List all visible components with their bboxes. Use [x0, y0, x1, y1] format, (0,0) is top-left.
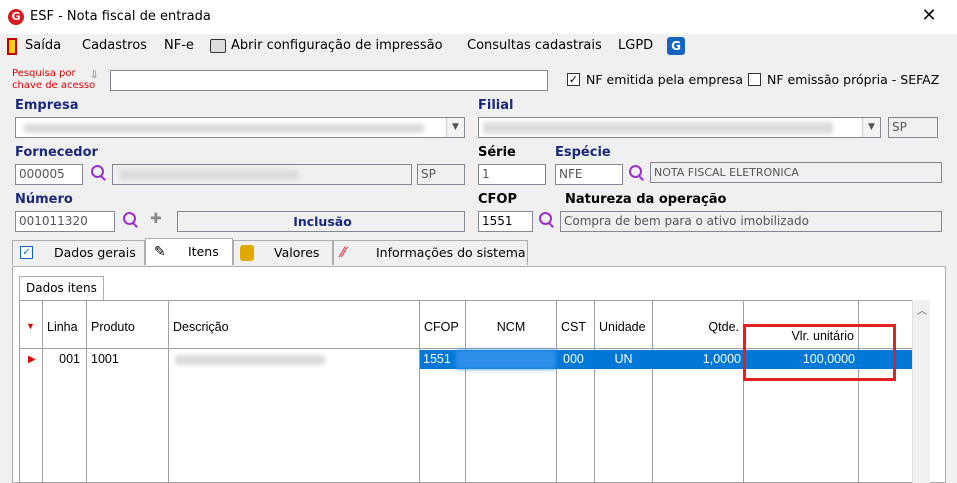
col-header-cfop[interactable]: CFOP: [420, 301, 466, 349]
numero-input[interactable]: 001011320: [15, 211, 115, 232]
empresa-label: Empresa: [15, 98, 79, 113]
nf-emitida-label: NF emitida pela empresa: [586, 72, 744, 87]
col-header-qtde[interactable]: Qtde.: [653, 301, 744, 349]
ncm-redacted: [456, 350, 556, 369]
fornecedor-redacted: [119, 170, 299, 180]
tab-informacoes-sistema[interactable]: ⁄⁄ Informações do sistema: [333, 240, 528, 265]
serie-label: Série: [478, 145, 516, 160]
cell-linha: 001: [43, 350, 86, 369]
fornecedor-name-field: [112, 164, 412, 185]
serie-input[interactable]: 1: [478, 164, 546, 185]
nf-propria-label: NF emissão própria - SEFAZ: [767, 72, 940, 87]
grid-line: [42, 349, 43, 482]
tab-dados-gerais-label: Dados gerais: [54, 245, 136, 260]
row-indicator-header: ▼: [20, 301, 43, 349]
nf-propria-checkbox[interactable]: [748, 73, 761, 86]
tab-valores[interactable]: Valores: [233, 240, 333, 265]
natureza-field: Compra de bem para o ativo imobilizado: [560, 211, 942, 232]
cell-ncm: [456, 350, 556, 369]
search-icon[interactable]: [628, 164, 646, 182]
menu-consultas-cadastrais[interactable]: Consultas cadastrais: [467, 38, 602, 53]
cell-descricao: [169, 350, 419, 369]
search-label-line2: chave de acesso: [12, 80, 96, 91]
printer-icon[interactable]: [210, 39, 226, 53]
cfop-label: CFOP: [478, 192, 517, 207]
edit-icon: ✎: [154, 244, 166, 260]
tab-itens-label: Itens: [188, 244, 219, 259]
row-pointer-icon: ▶: [20, 350, 42, 369]
vertical-scrollbar[interactable]: ︿: [912, 300, 930, 483]
nf-emitida-checkbox[interactable]: ✓: [567, 73, 580, 86]
grid-line: [86, 349, 87, 482]
chevron-down-icon[interactable]: ▼: [862, 118, 880, 137]
natureza-label: Natureza da operação: [565, 192, 727, 207]
col-header-cst[interactable]: CST: [557, 301, 595, 349]
cell-qtde: 1,0000: [702, 352, 741, 366]
grid-line: [556, 349, 557, 482]
fornecedor-uf-field: SP: [417, 164, 465, 185]
menu-abrir-config-impressao[interactable]: Abrir configuração de impressão: [231, 38, 443, 53]
window-title: ESF - Nota fiscal de entrada: [30, 9, 211, 24]
grid-line: [419, 349, 420, 482]
grid-line: [652, 349, 653, 482]
highlight-box-vlr-unitario: [743, 324, 896, 381]
filial-redacted: [483, 122, 833, 134]
empresa-redacted: [24, 124, 424, 133]
menu-cadastros[interactable]: Cadastros: [82, 38, 147, 53]
fornecedor-label: Fornecedor: [15, 145, 98, 160]
cfop-input[interactable]: 1551: [478, 211, 533, 232]
col-header-descricao[interactable]: Descrição: [169, 301, 420, 349]
search-label-line1: Pesquisa por: [12, 68, 76, 79]
col-header-linha[interactable]: Linha: [43, 301, 87, 349]
tab-itens[interactable]: ✎ Itens: [145, 238, 233, 265]
menu-lgpd[interactable]: LGPD: [618, 38, 653, 53]
access-key-search-input[interactable]: [110, 70, 548, 91]
fornecedor-code-input[interactable]: 000005: [15, 164, 83, 185]
plus-icon[interactable]: ✚: [150, 211, 162, 227]
grid-line: [168, 349, 169, 482]
menu-saida[interactable]: Saída: [25, 38, 61, 53]
especie-code-input[interactable]: NFE: [555, 164, 623, 185]
search-icon[interactable]: [538, 211, 556, 229]
cell-cst: 000: [563, 352, 584, 366]
search-icon[interactable]: [122, 211, 140, 229]
cell-unidade: UN: [614, 352, 633, 366]
tab-informacoes-label: Informações do sistema: [376, 245, 526, 260]
numero-label: Número: [15, 192, 73, 207]
descricao-redacted: [175, 355, 325, 365]
chevron-up-icon[interactable]: ︿: [917, 302, 927, 317]
especie-label: Espécie: [555, 145, 611, 160]
close-icon[interactable]: ✕: [916, 6, 942, 28]
tab-dados-gerais[interactable]: ✓ Dados gerais: [12, 240, 145, 265]
chevron-down-icon[interactable]: ▼: [446, 118, 464, 137]
status-field: Inclusão: [177, 211, 465, 232]
grid-line: [594, 349, 595, 482]
empresa-select[interactable]: ▼: [15, 117, 465, 138]
search-icon[interactable]: [90, 164, 108, 182]
app-logo-icon: G: [8, 9, 24, 25]
col-header-ncm[interactable]: NCM: [466, 301, 557, 349]
filial-uf-field: SP: [888, 117, 938, 138]
sort-down-icon[interactable]: ▼: [26, 321, 35, 331]
feather-icon: ⁄⁄: [341, 245, 346, 261]
col-header-produto[interactable]: Produto: [87, 301, 169, 349]
checkbox-icon: ✓: [20, 246, 33, 259]
grid-line: [465, 349, 466, 482]
especie-description-field: NOTA FISCAL ELETRONICA: [650, 162, 942, 183]
coins-icon: [240, 245, 254, 261]
filial-select[interactable]: ▼: [478, 117, 881, 138]
col-header-unidade[interactable]: Unidade: [595, 301, 653, 349]
menu-nfe[interactable]: NF-e: [164, 38, 194, 53]
subtab-dados-itens[interactable]: Dados itens: [19, 276, 104, 300]
download-arrow-icon: ⇩: [90, 70, 99, 81]
g-logo-icon[interactable]: G: [667, 37, 685, 55]
cell-produto: 1001: [87, 350, 168, 369]
exit-icon[interactable]: [7, 38, 17, 55]
filial-label: Filial: [478, 98, 514, 113]
tab-valores-label: Valores: [274, 245, 320, 260]
